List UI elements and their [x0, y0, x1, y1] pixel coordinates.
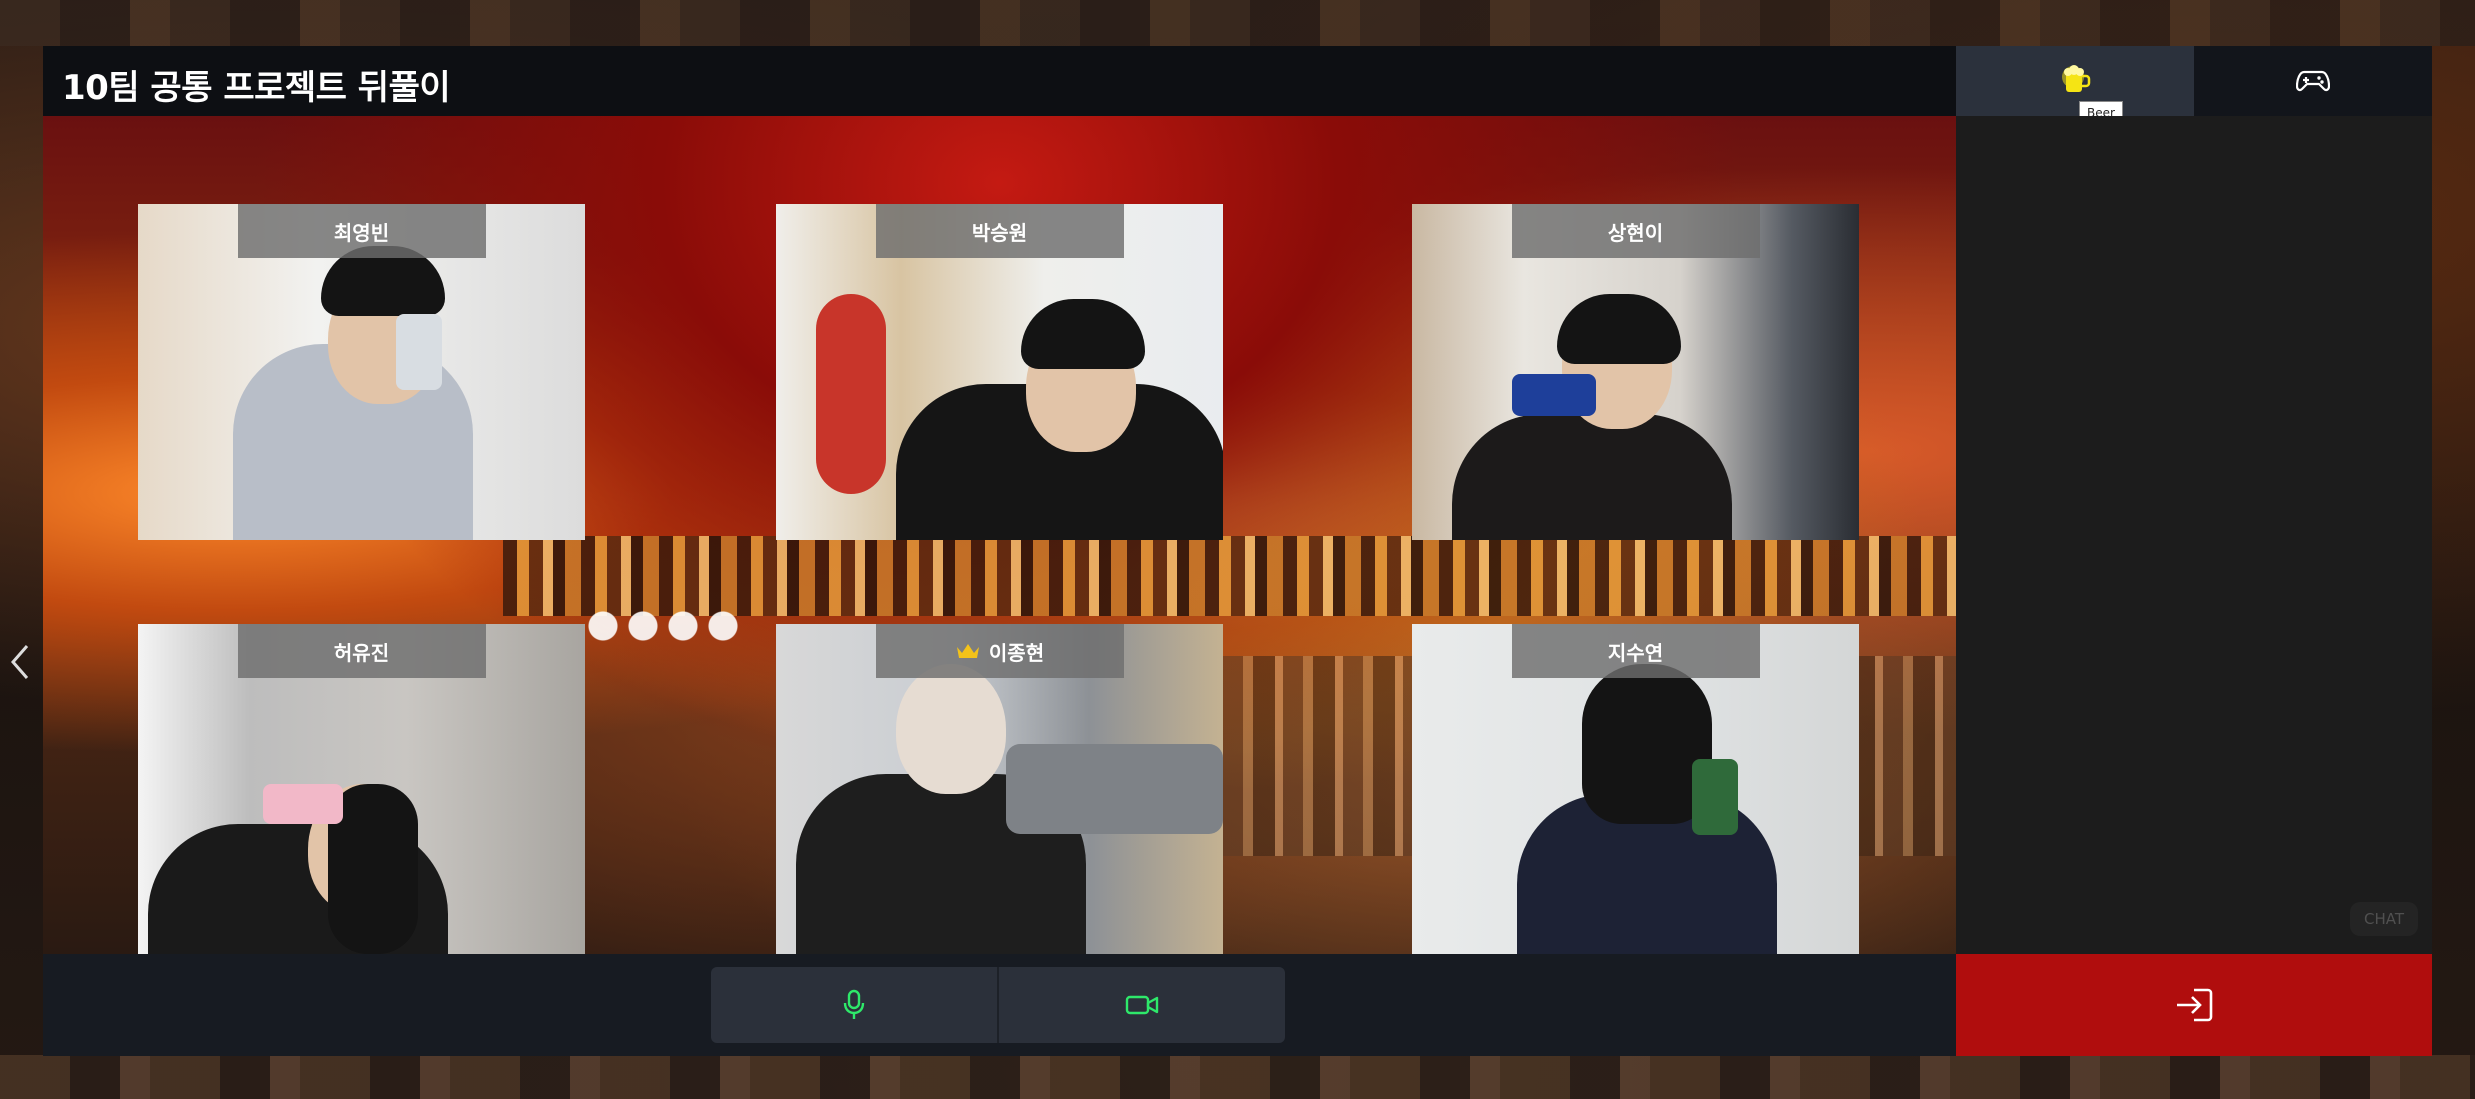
side-panel: Beer CHAT	[1956, 46, 2432, 1056]
person	[1452, 414, 1732, 540]
participant-name-tag: 이종현	[875, 624, 1124, 678]
camera-toggle-button[interactable]	[999, 967, 1285, 1043]
chevron-left-icon[interactable]	[4, 640, 36, 684]
participant-name: 지수연	[1607, 640, 1664, 665]
participant-name-tag: 박승원	[875, 204, 1124, 258]
participant-video-tile[interactable]: 지수연	[1412, 624, 1859, 960]
drink-can	[396, 314, 442, 390]
background-bottom-strip	[0, 1055, 2475, 1099]
bar-background: 최영빈 박승원 상현이 허유진 이종현 지수연	[43, 116, 1956, 960]
participant-video-tile[interactable]: 이종현	[776, 624, 1223, 960]
bottle-shelf	[503, 536, 1956, 616]
gamepad-icon	[2296, 70, 2330, 92]
video-camera-icon	[1125, 995, 1159, 1015]
participant-video-tile[interactable]: 허유진	[138, 624, 585, 960]
main-stage: 10팀 공통 프로젝트 뒤풀이 최영빈 박승원 상현이 허유진 이종현 지수연	[43, 46, 1956, 1056]
room-title: 10팀 공통 프로젝트 뒤풀이	[62, 68, 451, 108]
panel-tabs: Beer	[1956, 46, 2432, 125]
person-head	[896, 664, 1006, 794]
person-hair	[1021, 299, 1145, 369]
sofa	[1006, 744, 1223, 834]
chat-toggle[interactable]: CHAT	[2349, 902, 2418, 936]
drink-can	[1512, 374, 1596, 416]
drink-can	[1692, 759, 1738, 835]
microphone-icon	[843, 989, 865, 1019]
participant-name-tag: 지수연	[1511, 624, 1760, 678]
tap-lights	[588, 606, 768, 646]
participant-name: 상현이	[1607, 220, 1664, 245]
participant-name: 이종현	[988, 640, 1045, 665]
participant-name-tag: 최영빈	[237, 204, 486, 258]
participant-name-tag: 상현이	[1511, 204, 1760, 258]
background-top-strip	[0, 0, 2475, 46]
leave-room-button[interactable]	[1956, 954, 2432, 1056]
participant-name: 최영빈	[333, 220, 390, 245]
media-controls	[711, 967, 1285, 1043]
microphone-toggle-button[interactable]	[711, 967, 999, 1043]
participant-video-tile[interactable]: 최영빈	[138, 204, 585, 540]
exit-icon	[2177, 988, 2213, 1022]
tab-beer[interactable]: Beer	[1956, 46, 2194, 125]
racket-bag	[816, 294, 886, 494]
title-bar: 10팀 공통 프로젝트 뒤풀이	[43, 46, 1956, 116]
control-bar	[43, 954, 1956, 1056]
beer-icon	[2062, 65, 2091, 92]
chat-area: CHAT	[1956, 116, 2432, 954]
participant-name: 허유진	[333, 640, 390, 665]
participant-name-tag: 허유진	[237, 624, 486, 678]
person-hair	[1557, 294, 1681, 364]
participant-name: 박승원	[971, 220, 1028, 245]
participant-video-tile[interactable]: 박승원	[776, 204, 1223, 540]
tab-games[interactable]	[2194, 46, 2432, 116]
participant-video-tile[interactable]: 상현이	[1412, 204, 1859, 540]
crown-icon	[956, 644, 979, 658]
drink-can	[263, 784, 343, 824]
